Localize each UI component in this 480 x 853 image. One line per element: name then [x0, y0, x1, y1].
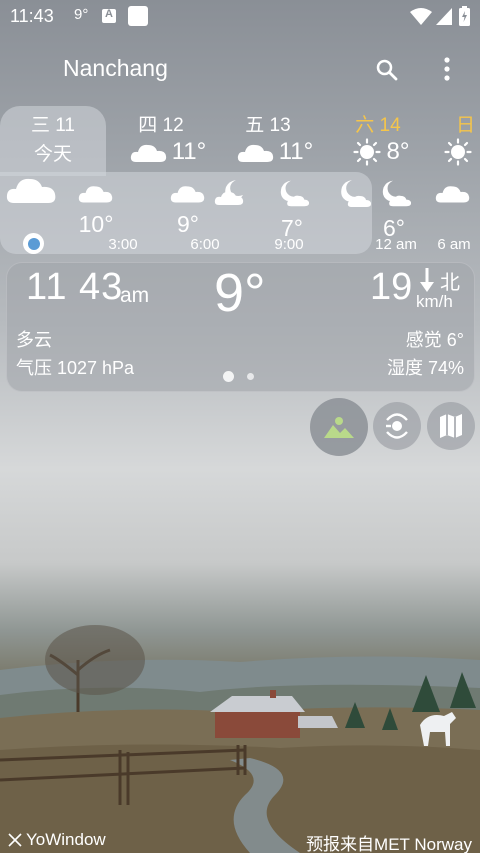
sun-icon [444, 138, 472, 166]
day-label: 六 14 [355, 115, 401, 136]
x-logo-icon [8, 833, 22, 847]
hour-time: 6 am [437, 236, 471, 253]
landscape-illustration [0, 625, 480, 853]
day-label: 日 [456, 115, 476, 136]
current-location-marker[interactable] [23, 233, 44, 254]
day-label: 四 12 [138, 115, 184, 136]
cloud-icon [435, 186, 470, 203]
sun-icon [352, 138, 381, 166]
city-name[interactable]: Nanchang [63, 55, 168, 82]
hour-item[interactable]: 7° [264, 176, 320, 242]
search-icon[interactable] [375, 58, 399, 82]
status-temperature: 9° [74, 6, 89, 23]
hour-item[interactable]: 10° [68, 176, 124, 238]
day-temperature: 11° [171, 138, 207, 165]
day-thu[interactable]: 四 12 11° [118, 110, 218, 166]
hour-time: 12 am [375, 236, 417, 253]
hour-time: 3:00 [108, 236, 138, 253]
radar-button[interactable] [373, 402, 421, 450]
notification-a-icon: A [102, 8, 116, 23]
notification-box-icon [128, 6, 148, 26]
page-indicator [247, 373, 254, 380]
day-temperature: 11° [278, 138, 314, 165]
status-time: 11:43 [10, 6, 54, 26]
cloud-icon [237, 144, 273, 162]
landscape-button[interactable] [310, 398, 368, 456]
radar-icon [386, 413, 408, 439]
hour-item[interactable]: 9° [160, 176, 216, 238]
map-button[interactable] [427, 402, 475, 450]
status-bar: 11:43 9° A [0, 0, 480, 34]
current-cloud-icon [6, 178, 56, 203]
hour-temperature: 10° [78, 211, 114, 237]
landscape-icon [324, 417, 354, 438]
forecast-source[interactable]: 预报来自MET Norway [306, 830, 472, 853]
weather-condition: 多云 [16, 330, 52, 350]
brand-name: YoWindow [26, 830, 106, 849]
page-indicator-active [223, 371, 234, 382]
humidity: 湿度 74% [386, 358, 464, 378]
cloud-icon [130, 144, 166, 162]
moon-cloud-icon [341, 180, 371, 207]
wind-unit: km/h [416, 292, 453, 311]
battery-icon [459, 6, 470, 26]
brand-label[interactable]: YoWindow [8, 830, 106, 850]
day-temperature: 8° [386, 138, 410, 165]
day-fri[interactable]: 五 13 11° [225, 110, 325, 166]
moon-cloud-icon [280, 180, 310, 207]
day-today[interactable]: 三 11 今天 [10, 110, 96, 166]
signal-icon [436, 8, 452, 25]
wifi-icon [410, 8, 432, 25]
hour-item[interactable]: 6° [368, 176, 420, 242]
wind-speed: 19 [370, 266, 413, 308]
moon-cloud-icon [382, 180, 412, 207]
day-label: 五 13 [245, 115, 291, 136]
day-sub-label: 今天 [33, 144, 72, 165]
day-sun[interactable]: 日 [440, 110, 480, 171]
wind-arrow-icon [420, 268, 434, 292]
hour-time: 9:00 [274, 236, 304, 253]
day-sat[interactable]: 六 14 8° [336, 110, 426, 166]
current-time: 11 43 [26, 266, 124, 308]
current-ampm: am [120, 284, 150, 307]
current-temperature: 9° [214, 263, 266, 323]
cloud-icon [78, 186, 113, 203]
hour-time: 6:00 [190, 236, 220, 253]
wind-direction: 北 [440, 272, 460, 294]
moon-cloud-icon [214, 180, 244, 205]
hour-item[interactable] [430, 176, 476, 209]
hour-temperature: 9° [177, 211, 199, 237]
day-label: 三 11 [30, 115, 75, 136]
cloud-icon [170, 186, 205, 203]
feels-like: 感觉 6° [405, 330, 464, 350]
pressure: 气压 1027 hPa [16, 358, 135, 378]
map-icon [440, 414, 462, 438]
more-options-icon[interactable] [440, 56, 454, 82]
